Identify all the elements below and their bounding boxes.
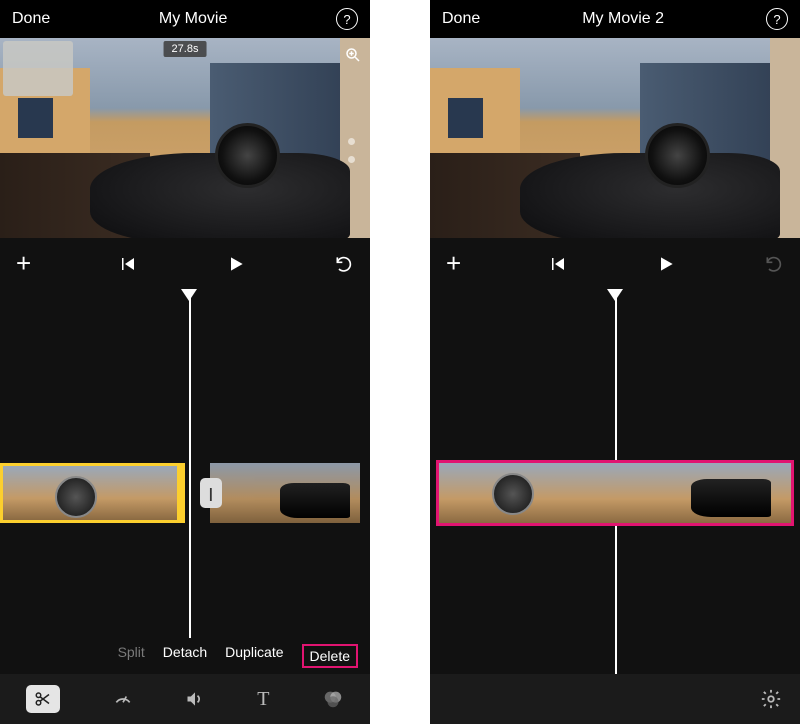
add-media-button[interactable]: + (446, 248, 461, 279)
clip[interactable] (210, 463, 360, 523)
delete-action[interactable]: Delete (302, 644, 358, 668)
split-handle[interactable]: | (200, 478, 222, 508)
clip-selection-highlight (436, 460, 794, 526)
clip-selected[interactable] (0, 463, 185, 523)
top-bar: Done My Movie 2 ? (430, 0, 800, 38)
detach-action[interactable]: Detach (163, 644, 207, 668)
zoom-icon[interactable] (342, 44, 364, 66)
editor-screen-right: Done My Movie 2 ? + (430, 0, 800, 724)
clip-row (430, 459, 800, 527)
skip-start-button[interactable] (119, 255, 137, 273)
transport-controls: + (0, 238, 370, 289)
play-button[interactable] (656, 254, 676, 274)
project-title: My Movie 2 (480, 10, 766, 28)
undo-button[interactable] (764, 254, 784, 274)
done-button[interactable]: Done (12, 10, 50, 28)
trim-tool-icon[interactable] (26, 685, 60, 713)
clip[interactable] (615, 463, 791, 523)
video-preview[interactable]: 27.8s (0, 38, 370, 238)
timeline[interactable]: | (0, 289, 370, 638)
video-preview[interactable] (430, 38, 800, 238)
play-button[interactable] (226, 254, 246, 274)
text-tool-icon[interactable]: T (257, 688, 269, 711)
skip-start-button[interactable] (549, 255, 567, 273)
project-title: My Movie (50, 10, 336, 28)
clip-row: | (0, 459, 370, 527)
speed-tool-icon[interactable] (113, 689, 133, 709)
transport-controls: + (430, 238, 800, 289)
volume-tool-icon[interactable] (185, 689, 205, 709)
help-button[interactable]: ? (336, 8, 358, 30)
duplicate-action[interactable]: Duplicate (225, 644, 283, 668)
editor-screen-left: Done My Movie ? 27.8s + (0, 0, 370, 724)
top-bar: Done My Movie ? (0, 0, 370, 38)
tool-bar: T (0, 674, 370, 724)
undo-button[interactable] (334, 254, 354, 274)
done-button[interactable]: Done (442, 10, 480, 28)
clip-action-row: Split Detach Duplicate Delete (0, 638, 370, 674)
tool-bar (430, 674, 800, 724)
settings-icon[interactable] (760, 688, 782, 710)
add-media-button[interactable]: + (16, 248, 31, 279)
minimap (3, 41, 73, 96)
split-action[interactable]: Split (118, 644, 145, 668)
help-button[interactable]: ? (766, 8, 788, 30)
timeline[interactable] (430, 289, 800, 674)
clip[interactable] (439, 463, 615, 523)
filters-tool-icon[interactable] (322, 688, 344, 710)
time-badge: 27.8s (164, 41, 207, 57)
